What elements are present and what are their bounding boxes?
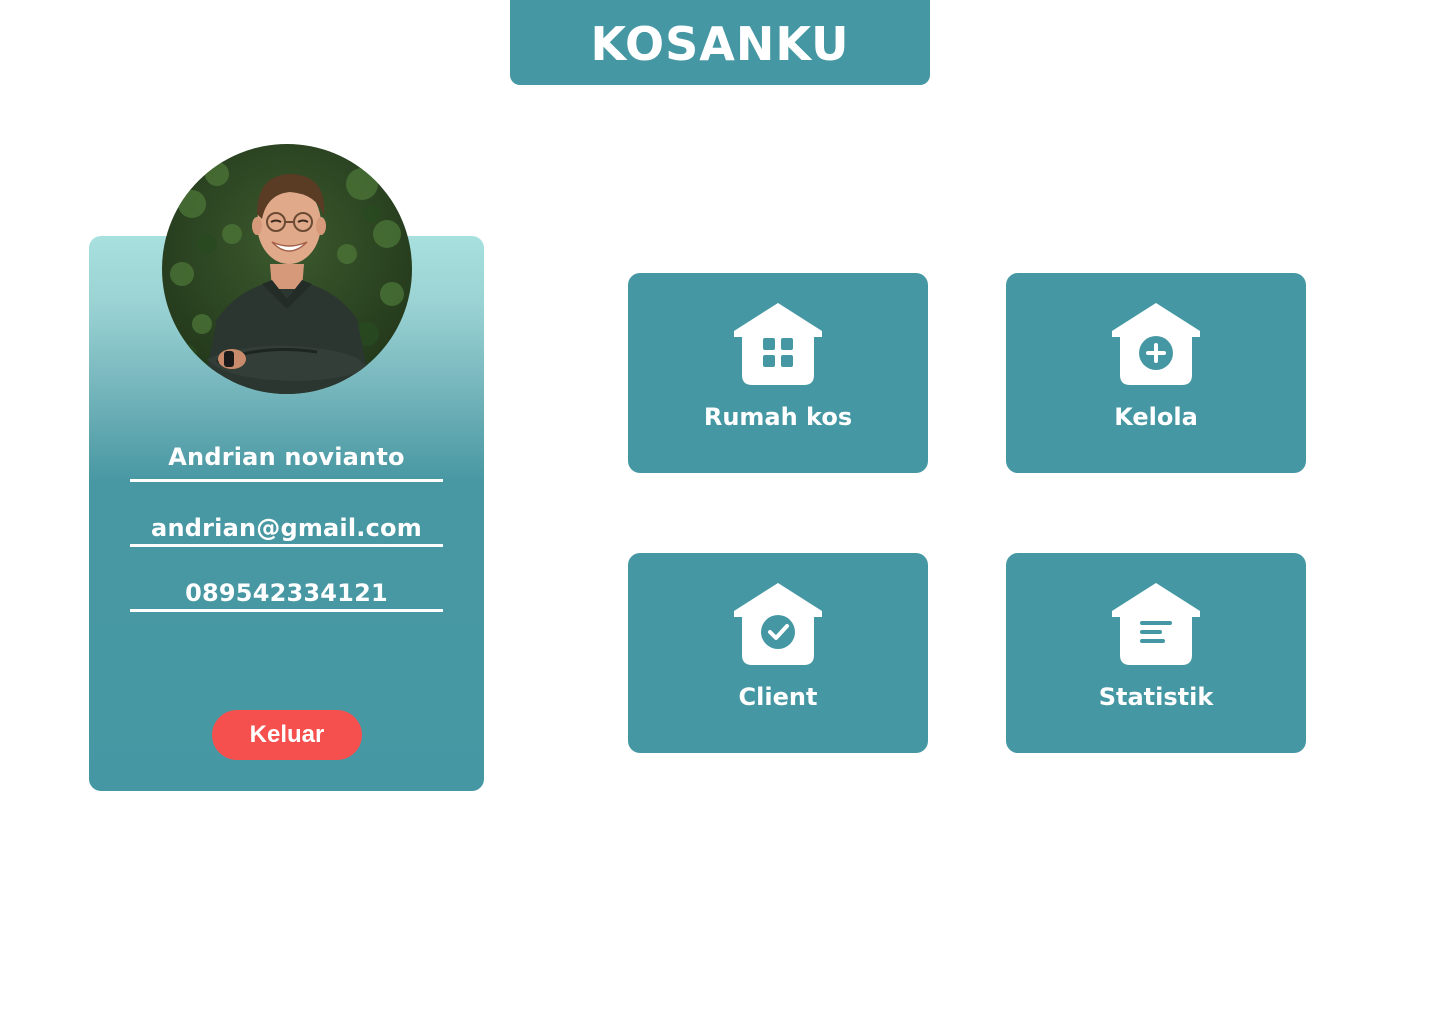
profile-email: andrian@gmail.com xyxy=(130,511,443,547)
tile-label: Kelola xyxy=(1114,403,1198,431)
tile-label: Rumah kos xyxy=(703,403,853,431)
house-list-icon xyxy=(1112,583,1200,665)
menu-tile-statistik[interactable]: Statistik xyxy=(1006,553,1306,753)
menu-tile-kelola[interactable]: Kelola xyxy=(1006,273,1306,473)
profile-name: Andrian novianto xyxy=(130,440,443,482)
app-title: KOSANKU xyxy=(590,16,850,71)
profile-phone: 089542334121 xyxy=(130,576,443,612)
menu-tile-rumah-kos[interactable]: Rumah kos xyxy=(628,273,928,473)
house-grid-icon xyxy=(734,303,822,385)
menu-tile-client[interactable]: Client xyxy=(628,553,928,753)
house-check-icon xyxy=(734,583,822,665)
avatar xyxy=(162,144,412,394)
tile-label: Client xyxy=(738,683,818,711)
app-header: KOSANKU xyxy=(510,0,930,85)
house-plus-icon xyxy=(1112,303,1200,385)
dashboard-page: KOSANKU Andrian novianto andrian@gmail.c… xyxy=(0,0,1440,1024)
profile-photo xyxy=(162,144,412,394)
logout-button[interactable]: Keluar xyxy=(212,710,362,760)
tile-label: Statistik xyxy=(1098,683,1214,711)
